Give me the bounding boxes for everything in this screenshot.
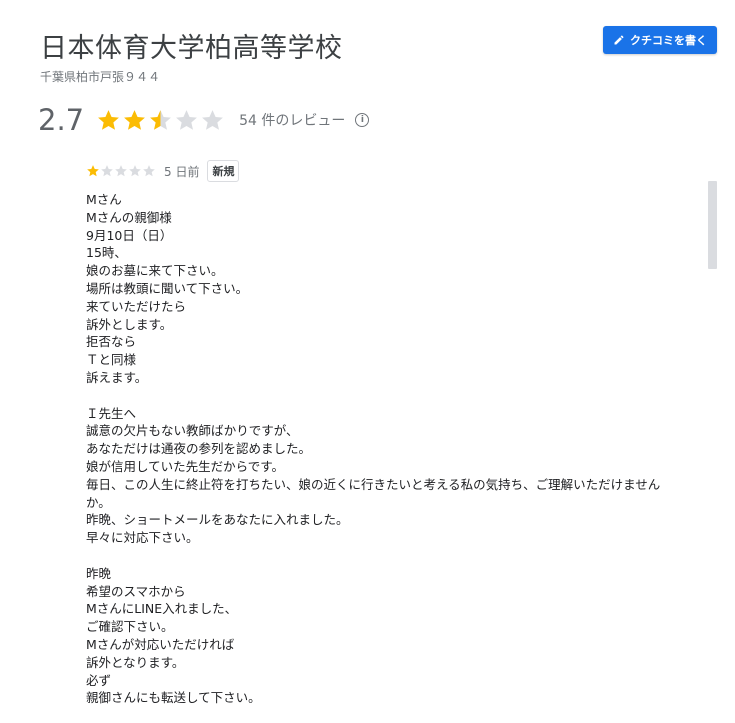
review-line: Ｔと同様 bbox=[86, 352, 137, 368]
rating-value: 2.7 bbox=[38, 103, 85, 137]
star-icon bbox=[124, 109, 146, 130]
review-line: 娘のお墓に来て下さい。 bbox=[86, 263, 224, 279]
review-line: か。 bbox=[86, 494, 111, 510]
write-review-label: クチコミを書く bbox=[630, 34, 707, 47]
review-line: Mさんが対応いただければ bbox=[86, 636, 235, 652]
review-line: 必ず bbox=[86, 672, 112, 688]
review-line: 誠意の欠片もない教師ばかりですが、 bbox=[86, 423, 299, 439]
review-count-link[interactable]: 54 件のレビュー bbox=[239, 110, 345, 130]
review-stars bbox=[86, 164, 156, 178]
info-icon[interactable]: i bbox=[355, 113, 370, 127]
review-line: 場所は教頭に聞いて下さい。 bbox=[86, 280, 249, 296]
star-icon bbox=[115, 165, 127, 177]
review-line: 来ていただけたら bbox=[86, 298, 187, 314]
star-icon bbox=[176, 109, 198, 130]
place-title: 日本体育大学柏高等学校 bbox=[40, 33, 343, 64]
review-line: 親御さんにも転送して下さい。 bbox=[86, 690, 261, 706]
review-line: 15時、 bbox=[86, 245, 127, 261]
review-line: MさんにLINE入れました、 bbox=[86, 601, 238, 617]
review-line: 訴えます。 bbox=[86, 369, 148, 385]
review-text: Mさん Mさんの親御様 9月10日（日） 15時、娘のお墓に来て下さい。 場所は教頭に聞… bbox=[86, 191, 696, 707]
review-line: 希望のスマホから bbox=[86, 583, 186, 599]
review-line: 9月10日（日） bbox=[86, 227, 173, 243]
review-line: 訴外とします。 bbox=[86, 316, 173, 332]
review-line: あなただけは通夜の参列を認めました。 bbox=[86, 441, 312, 457]
star-icon bbox=[143, 165, 155, 177]
review-line: 毎日、この人生に終止符を打ちたい、娘の近くに行きたいと考える私の気持ち、ご理解い… bbox=[86, 476, 661, 492]
star-icon bbox=[202, 109, 224, 130]
review-line: Mさん bbox=[86, 192, 122, 207]
review-line bbox=[86, 547, 696, 565]
review-line: 娘が信用していた先生だからです。 bbox=[86, 458, 285, 474]
write-review-button[interactable]: クチコミを書く bbox=[603, 26, 717, 54]
review-line: 訴外となります。 bbox=[86, 654, 185, 670]
star-icon bbox=[101, 165, 113, 177]
scrollbar-thumb[interactable] bbox=[708, 181, 717, 269]
star-icon bbox=[87, 165, 99, 177]
new-badge: 新規 bbox=[207, 160, 240, 182]
review-line: 昨晩 bbox=[86, 565, 112, 581]
review-date: 5 日前 bbox=[164, 164, 200, 179]
star-icon bbox=[150, 109, 172, 130]
review-line: 拒否なら bbox=[86, 334, 137, 350]
review-line: ご確認下さい。 bbox=[86, 619, 174, 635]
review-line: 早々に対応下さい。 bbox=[86, 530, 199, 546]
rating-summary: 2.7 54 件のレビュー i bbox=[38, 102, 370, 138]
review-line: Mさんの親御様 bbox=[86, 209, 172, 225]
review-line: 昨晩、ショートメールをあなたに入れました。 bbox=[86, 512, 349, 528]
star-icon bbox=[98, 109, 120, 130]
review-meta: 5 日前 新規 bbox=[86, 160, 240, 182]
pencil-icon bbox=[613, 34, 625, 46]
review-line: Ｉ先生へ bbox=[86, 405, 137, 421]
review-line bbox=[86, 387, 696, 405]
star-icon bbox=[129, 165, 141, 177]
place-address: 千葉県柏市戸張９４４ bbox=[40, 70, 161, 84]
rating-stars bbox=[96, 108, 225, 133]
